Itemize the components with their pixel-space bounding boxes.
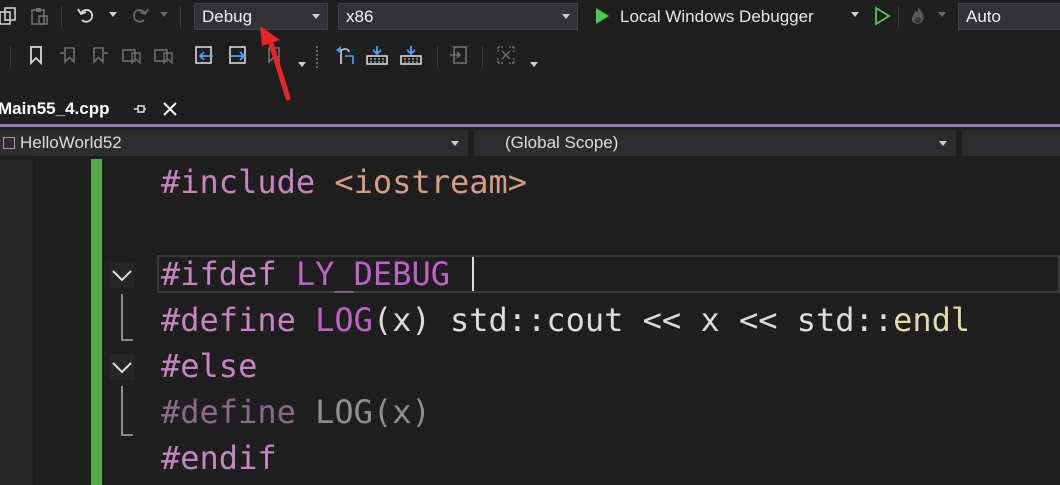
previous-bookmark-icon[interactable] — [56, 43, 80, 67]
breakpoint-list-icon[interactable] — [365, 43, 389, 67]
main-toolbar: Debug x86 Local Windows Debugger Auto — [0, 0, 1060, 34]
change-tracking-bar — [91, 159, 102, 485]
document-tab-bar: Main55_4.cpp — [0, 80, 1060, 126]
platform-value: x86 — [346, 7, 374, 26]
collapse-ifdef-button[interactable] — [109, 262, 135, 288]
redo-icon[interactable] — [128, 4, 152, 28]
toolbar-separator — [180, 6, 181, 28]
layout-toggle-icon[interactable] — [494, 43, 518, 67]
project-select[interactable]: HelloWorld52 — [0, 130, 468, 156]
preprocessor-keyword: #else — [161, 347, 258, 385]
editor-glyph-margin[interactable] — [0, 159, 33, 485]
fold-guide-line — [121, 386, 123, 436]
insert-breakpoint-icon[interactable] — [399, 43, 423, 67]
annotation-arrow — [260, 26, 291, 101]
code-editor[interactable]: #include <iostream> #ifdef LY_DEBUG #def… — [0, 159, 1060, 485]
macro-name: LOG — [315, 393, 373, 431]
toolbar-separator — [61, 6, 62, 28]
document-tab[interactable]: Main55_4.cpp — [0, 95, 186, 123]
macro-body: (x) std::cout << x << std:: — [372, 301, 894, 339]
bookmark-icon[interactable] — [24, 43, 48, 67]
paste-icon[interactable] — [27, 4, 51, 28]
debugger-dropdown-arrow[interactable] — [851, 12, 859, 17]
project-value: HelloWorld52 — [20, 133, 122, 152]
code-line-inactive[interactable]: #define LOG(x) — [161, 392, 431, 432]
toolbar-options-dropdown-arrow[interactable] — [530, 62, 538, 67]
fold-guide-end — [121, 339, 133, 341]
chevron-down-icon — [312, 14, 320, 19]
start-debugging-button[interactable]: Local Windows Debugger — [620, 3, 814, 30]
copy-icon[interactable] — [0, 4, 20, 28]
toolbar-separator — [482, 46, 483, 68]
macro-body: (x) — [372, 393, 431, 431]
preprocessor-keyword: #endif — [161, 439, 277, 477]
auto-select[interactable]: Auto — [958, 3, 1060, 30]
macro-name: LOG — [315, 301, 373, 339]
fold-guide-end — [121, 434, 133, 436]
member-select[interactable] — [962, 130, 1060, 156]
chevron-down-icon — [562, 14, 570, 19]
export-icon[interactable] — [447, 43, 471, 67]
bookmark-folder-previous-icon[interactable] — [120, 43, 144, 67]
chevron-down-icon — [451, 141, 459, 146]
hot-reload-icon[interactable] — [906, 4, 930, 28]
toolbar-separator — [898, 6, 899, 28]
hot-reload-dropdown-arrow[interactable] — [938, 12, 946, 17]
code-line[interactable]: #endif — [161, 438, 277, 478]
macro-name: LY_DEBUG — [295, 255, 450, 293]
navigate-backward-icon[interactable] — [193, 43, 217, 67]
preprocessor-keyword: #define — [161, 301, 296, 339]
scope-value: (Global Scope) — [505, 133, 619, 152]
project-icon — [3, 137, 15, 149]
collapse-else-button[interactable] — [109, 354, 135, 380]
start-without-debugging-icon[interactable] — [870, 4, 894, 28]
undo-icon[interactable] — [74, 4, 98, 28]
code-line[interactable]: #include <iostream> — [161, 162, 527, 202]
include-path: <iostream> — [334, 163, 528, 201]
auto-value: Auto — [966, 7, 1001, 26]
secondary-toolbar — [0, 34, 1060, 80]
fold-guide-line — [121, 294, 123, 341]
configuration-value: Debug — [202, 7, 253, 26]
redo-dropdown-arrow[interactable] — [160, 12, 168, 17]
bookmark-folder-next-icon[interactable] — [152, 43, 176, 67]
step-into-icon[interactable] — [332, 43, 356, 67]
document-tab-label: Main55_4.cpp — [0, 99, 110, 118]
undo-dropdown-arrow[interactable] — [109, 12, 117, 17]
start-debugging-icon[interactable] — [590, 4, 614, 28]
close-icon[interactable] — [161, 100, 179, 118]
pin-icon[interactable] — [132, 101, 148, 117]
code-line[interactable]: #define LOG(x) std::cout << x << std::en… — [161, 300, 970, 340]
navigate-forward-icon[interactable] — [227, 43, 251, 67]
preprocessor-keyword: #ifdef — [161, 255, 277, 293]
code-line[interactable]: #else — [161, 346, 257, 386]
text-caret — [472, 257, 474, 291]
chevron-down-icon — [939, 141, 947, 146]
scope-select[interactable]: (Global Scope) — [474, 130, 956, 156]
solution-platform-select[interactable]: x86 — [338, 3, 578, 30]
preprocessor-keyword: #include — [161, 163, 316, 201]
toolbar-separator — [437, 46, 438, 68]
toolbar-grip — [316, 46, 318, 68]
navigation-bar: HelloWorld52 (Global Scope) — [0, 127, 1060, 159]
next-bookmark-icon[interactable] — [88, 43, 112, 67]
code-line[interactable]: #ifdef LY_DEBUG — [161, 254, 450, 294]
function-name: endl — [893, 301, 971, 339]
toolbar-separator — [10, 46, 11, 68]
preprocessor-keyword: #define — [161, 393, 296, 431]
